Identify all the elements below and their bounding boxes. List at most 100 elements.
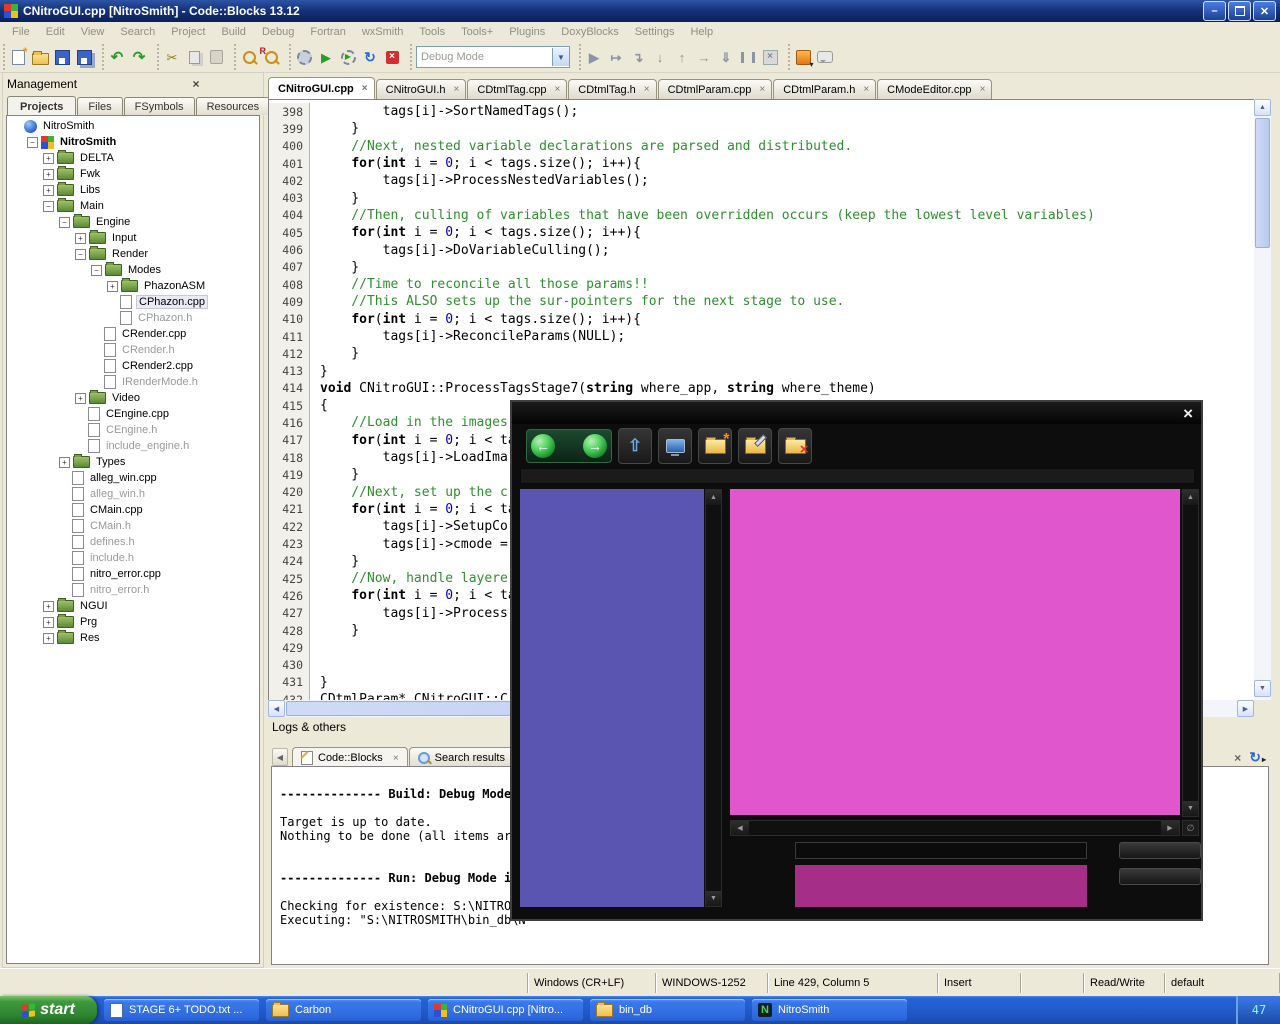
tab-fsymbols[interactable]: FSymbols	[124, 97, 195, 115]
menu-plugins[interactable]: Plugins	[501, 24, 553, 40]
tab-resources[interactable]: Resources	[196, 97, 271, 115]
scroll-up-icon[interactable]: ▲	[706, 490, 721, 505]
menu-wxsmith[interactable]: wxSmith	[354, 24, 412, 40]
tree-expand-icon[interactable]: +	[43, 601, 54, 612]
tree-item-cmain-cpp[interactable]: CMain.cpp	[7, 502, 259, 518]
paste-button[interactable]	[205, 46, 227, 68]
build-target-combobox[interactable]: Debug Mode▼	[416, 46, 570, 68]
tree-expand-icon[interactable]: +	[43, 185, 54, 196]
build-and-run-button[interactable]: ▶	[337, 46, 359, 68]
replace-button[interactable]	[260, 46, 282, 68]
name-input[interactable]	[795, 842, 1087, 859]
tree-folder-phazonasm[interactable]: +PhazonASM	[7, 278, 259, 294]
logs-tab-scroll-left-icon[interactable]: ◀	[272, 748, 288, 766]
close-button[interactable]: ✕	[1253, 1, 1276, 21]
abort-button[interactable]: ×	[381, 46, 403, 68]
tree-item-crender-cpp[interactable]: CRender.cpp	[7, 326, 259, 342]
minimize-button[interactable]: –	[1203, 1, 1226, 21]
cut-button[interactable]: ✂	[161, 46, 183, 68]
tree-expand-icon[interactable]: −	[59, 217, 70, 228]
new-file-button[interactable]	[7, 46, 29, 68]
tree-item-nitrosmith[interactable]: NitroSmith	[7, 118, 259, 134]
run-button[interactable]: ▶	[315, 46, 337, 68]
project-tree[interactable]: NitroSmith−NitroSmith+DELTA+Fwk+Libs−Mai…	[6, 115, 260, 964]
debug-continue-button[interactable]: ▶	[583, 46, 605, 68]
tree-expand-icon[interactable]: +	[75, 393, 86, 404]
tab-files[interactable]: Files	[77, 97, 122, 115]
various-info-button[interactable]	[814, 46, 836, 68]
preview-panel[interactable]	[730, 489, 1180, 815]
debugging-windows-button[interactable]	[792, 46, 814, 68]
editor-tab-close-icon[interactable]: ×	[863, 84, 869, 95]
logs-tab-codeblocks[interactable]: Code::Blocks ×	[292, 747, 408, 768]
left-list-panel[interactable]	[520, 489, 704, 907]
logs-tab-search-results[interactable]: Search results	[409, 747, 514, 768]
logs-close-icon[interactable]: ×	[1234, 751, 1241, 765]
zoom-reset-icon[interactable]: ∅	[1182, 820, 1199, 836]
editor-tab-cnitrogui-h[interactable]: CNitroGUI.h×	[376, 79, 467, 99]
tree-expand-icon[interactable]: +	[107, 281, 118, 292]
redo-button[interactable]: ↷	[128, 46, 150, 68]
next-instruction-button[interactable]: →	[693, 46, 715, 68]
editor-tab-close-icon[interactable]: ×	[980, 84, 986, 95]
scroll-up-icon[interactable]: ▲	[1183, 490, 1198, 505]
editor-tab-close-icon[interactable]: ×	[362, 83, 368, 94]
preview-scrollbar[interactable]: ▲ ▼	[1182, 489, 1199, 817]
step-into-button[interactable]: ↓	[649, 46, 671, 68]
tree-item-defines-h[interactable]: defines.h	[7, 534, 259, 550]
editor-tab-close-icon[interactable]: ×	[554, 84, 560, 95]
menu-debug[interactable]: Debug	[254, 24, 302, 40]
tree-expand-icon[interactable]: +	[43, 169, 54, 180]
browse-button[interactable]	[1119, 842, 1201, 859]
save-button[interactable]	[51, 46, 73, 68]
tree-item-nitro-error-cpp[interactable]: nitro_error.cpp	[7, 566, 259, 582]
apply-button[interactable]	[1119, 868, 1201, 885]
taskbar-button-bin-db[interactable]: bin_db	[590, 999, 745, 1021]
tree-expand-icon[interactable]: −	[43, 201, 54, 212]
tree-folder-engine[interactable]: −Engine	[7, 214, 259, 230]
scroll-left-icon[interactable]: ◀	[731, 821, 749, 835]
menu-build[interactable]: Build	[213, 24, 253, 40]
tree-folder-libs[interactable]: +Libs	[7, 182, 259, 198]
editor-tab-cnitrogui-cpp[interactable]: CNitroGUI.cpp×	[268, 77, 375, 99]
tree-folder-video[interactable]: +Video	[7, 390, 259, 406]
scroll-down-icon[interactable]: ▼	[1183, 801, 1198, 816]
nitrosmith-close-icon[interactable]: ×	[1183, 405, 1193, 422]
tree-item-irendermode-h[interactable]: IRenderMode.h	[7, 374, 259, 390]
tree-folder-delta[interactable]: +DELTA	[7, 150, 259, 166]
menu-settings[interactable]: Settings	[627, 24, 683, 40]
new-folder-button[interactable]	[698, 428, 732, 464]
editor-scroll-right-icon[interactable]: ▶	[1237, 700, 1254, 717]
tab-projects[interactable]: Projects	[7, 96, 76, 116]
menu-doxyblocks[interactable]: DoxyBlocks	[553, 24, 626, 40]
tree-folder-res[interactable]: +Res	[7, 630, 259, 646]
tree-item-crender-h[interactable]: CRender.h	[7, 342, 259, 358]
editor-tab-cmodeeditor-cpp[interactable]: CModeEditor.cpp×	[877, 79, 992, 99]
open-file-button[interactable]	[29, 46, 51, 68]
editor-tab-cdtmltag-h[interactable]: CDtmlTag.h×	[568, 79, 656, 99]
tree-item-cphazon-h[interactable]: CPhazon.h	[7, 310, 259, 326]
color-swatch[interactable]	[795, 865, 1087, 907]
start-button[interactable]: start	[0, 996, 97, 1024]
scroll-right-icon[interactable]: ▶	[1161, 821, 1179, 835]
back-button[interactable]: ←	[531, 434, 555, 458]
computer-button[interactable]	[658, 428, 692, 464]
menu-tools[interactable]: Tools	[411, 24, 453, 40]
step-out-button[interactable]: ↑	[671, 46, 693, 68]
find-button[interactable]	[238, 46, 260, 68]
tree-item-include-engine-h[interactable]: include_engine.h	[7, 438, 259, 454]
delete-folder-button[interactable]	[778, 428, 812, 464]
menu-file[interactable]: File	[4, 24, 38, 40]
tree-item-include-h[interactable]: include.h	[7, 550, 259, 566]
management-close-icon[interactable]: ×	[133, 77, 259, 91]
tree-expand-icon[interactable]: +	[43, 153, 54, 164]
tree-expand-icon[interactable]: +	[59, 457, 70, 468]
restore-button[interactable]	[1228, 1, 1251, 21]
taskbar-button-stage-6-todo-txt-[interactable]: STAGE 6+ TODO.txt ...	[104, 999, 259, 1021]
nitrosmith-address-bar[interactable]	[520, 468, 1195, 484]
taskbar-button-carbon[interactable]: Carbon	[266, 999, 421, 1021]
rebuild-button[interactable]: ↻	[359, 46, 381, 68]
menu-help[interactable]: Help	[682, 24, 721, 40]
tree-expand-icon[interactable]: −	[75, 249, 86, 260]
step-into-instruction-button[interactable]: ⇓	[715, 46, 737, 68]
